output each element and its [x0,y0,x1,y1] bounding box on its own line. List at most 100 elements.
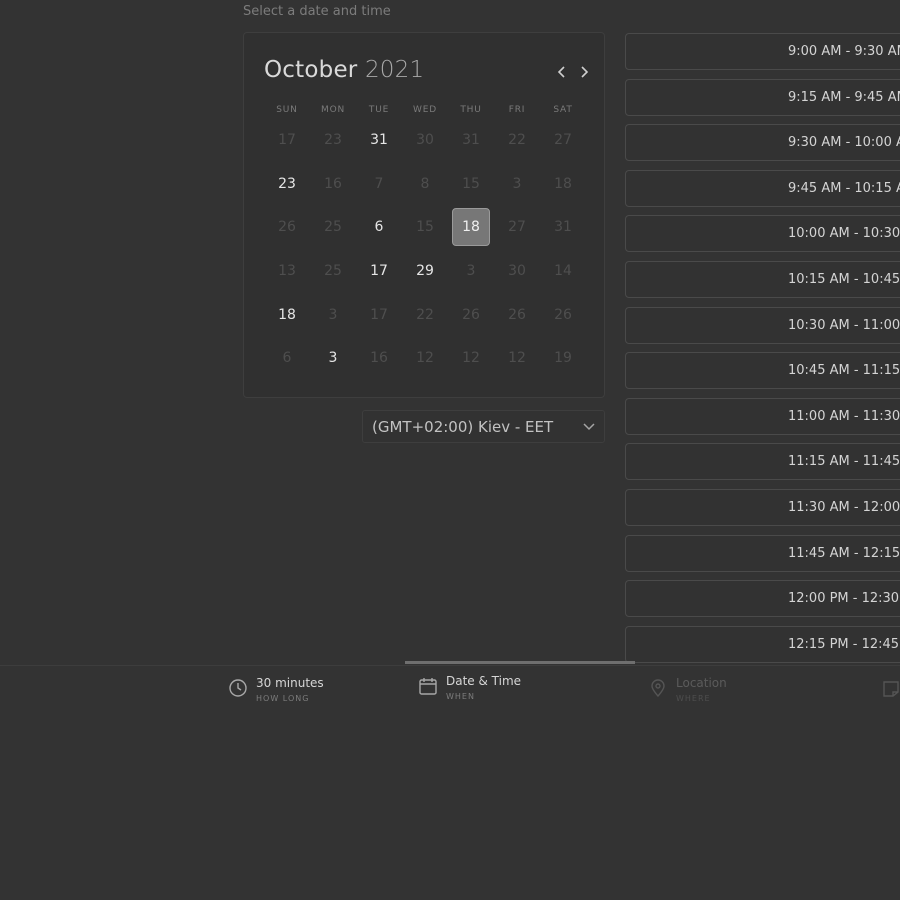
time-slot-label: 11:15 AM - 11:45 AM [788,454,900,470]
day-cell[interactable]: 23 [268,165,306,203]
time-slot-label: 10:30 AM - 11:00 AM [788,317,900,333]
day-cell: 3 [328,307,338,323]
calendar-year: 2021 [364,57,425,83]
time-slot-label: 10:15 AM - 10:45 AM [788,272,900,287]
day-cell: 27 [508,219,526,235]
day-cell[interactable]: 31 [360,121,398,159]
weekday-label: FRI [508,105,526,115]
day-cell: 31 [462,132,480,148]
time-slot-label: 11:45 AM - 12:15 PM [788,545,900,561]
booking-page: Select a date and time October 2021 SUN M… [0,0,900,900]
location-pin-icon [651,679,665,698]
time-slot-button[interactable]: 9:30 AM - 10:00 AM [625,124,900,162]
instruction-text: Select a date and time [243,4,391,19]
day-cell: 16 [324,176,342,192]
step-date-time-subtitle: WHEN [446,692,475,701]
day-cell: 26 [554,307,572,323]
day-cell: 30 [416,132,434,148]
time-slot-button[interactable]: 12:15 PM - 12:45 PM [625,625,900,663]
calendar: October 2021 SUN MON TUE WED THU FRI SAT 17 23 3… [243,32,605,398]
time-slot-button[interactable]: 11:30 AM - 12:00 PM [625,489,900,526]
step-location-title: Location [676,676,727,690]
day-cell: 30 [508,263,526,279]
selected-day-cell[interactable]: 18 [452,208,490,246]
weekday-label: MON [321,105,345,115]
time-slot-label: 10:00 AM - 10:30 AM [788,226,900,242]
time-slot-button[interactable]: 9:15 AM - 9:45 AM [625,78,900,116]
time-slot-button[interactable]: 11:15 AM - 11:45 AM [625,443,900,481]
day-cell[interactable]: 6 [360,208,398,246]
step-duration-title: 30 minutes [256,676,324,690]
calendar-title: October 2021 [264,57,424,83]
day-cell: 26 [278,219,296,235]
day-cell: 12 [416,350,434,366]
time-slot-button[interactable]: 9:45 AM - 10:15 AM [625,169,900,207]
day-cell: 3 [466,263,476,279]
note-icon [883,681,899,697]
day-cell: 22 [416,307,434,323]
weekday-label: THU [460,105,482,115]
time-slot-label: 9:15 AM - 9:45 AM [788,89,900,105]
time-slot-button[interactable]: 10:00 AM - 10:30 AM [625,215,900,253]
time-slot-button[interactable]: 10:45 AM - 11:15 AM [625,352,900,390]
time-slot-button[interactable]: 9:00 AM - 9:30 AM [625,33,900,70]
time-slot-label: 9:30 AM - 10:00 AM [788,135,900,151]
time-slot-label: 11:30 AM - 12:00 PM [788,500,900,515]
time-slot-label: 10:45 AM - 11:15 AM [788,363,900,379]
day-cell: 19 [554,350,572,366]
chevron-left-icon [557,66,565,78]
day-cell: 18 [554,176,572,192]
time-slot-button[interactable]: 11:00 AM - 11:30 AM [625,397,900,435]
chevron-right-icon [581,66,589,78]
day-cell: 3 [512,176,522,192]
timezone-value: (GMT+02:00) Kiev - EET [372,418,554,436]
time-slot-button[interactable]: 12:00 PM - 12:30 PM [625,580,900,618]
weekday-label: TUE [368,105,390,115]
day-cell: 17 [278,132,296,148]
time-slot-label: 9:00 AM - 9:30 AM [788,44,900,59]
day-cell[interactable]: 18 [268,296,306,334]
day-cell: 26 [508,307,526,323]
weekday-label: SUN [276,105,298,115]
day-cell: 25 [324,219,342,235]
day-cell: 12 [508,350,526,366]
time-slot-label: 12:00 PM - 12:30 PM [788,591,900,607]
day-cell: 6 [282,350,292,366]
timezone-select[interactable]: (GMT+02:00) Kiev - EET [362,410,605,443]
day-cell: 16 [370,350,388,366]
clock-icon [229,679,247,697]
day-cell: 22 [508,132,526,148]
day-cell: 17 [370,307,388,323]
day-cell: 23 [324,132,342,148]
day-cell: 31 [554,219,572,235]
day-cell[interactable]: 3 [314,339,352,377]
time-slot-label: 12:15 PM - 12:45 PM [788,636,900,652]
time-slot-label: 11:00 AM - 11:30 AM [788,408,900,424]
weekday-label: SAT [553,105,573,115]
step-location-subtitle: WHERE [676,694,711,703]
day-cell: 14 [554,263,572,279]
day-cell[interactable]: 29 [406,252,444,290]
time-slot-button[interactable]: 10:15 AM - 10:45 AM [625,261,900,298]
day-cell: 15 [416,219,434,235]
day-cell: 12 [462,350,480,366]
calendar-month: October [264,57,358,83]
calendar-icon [419,678,437,695]
day-cell: 8 [420,176,430,192]
day-cell: 7 [374,176,384,192]
previous-month-button[interactable] [553,61,571,83]
time-slot-label: 9:45 AM - 10:15 AM [788,180,900,196]
step-duration-subtitle: HOW LONG [256,694,310,703]
day-cell: 27 [554,132,572,148]
time-slot-button[interactable]: 11:45 AM - 12:15 PM [625,534,900,572]
day-cell: 15 [462,176,480,192]
active-step-indicator [405,661,635,664]
chevron-down-icon [583,423,595,431]
day-cell: 13 [278,263,296,279]
day-cell: 25 [324,263,342,279]
day-cell: 26 [462,307,480,323]
step-date-time-title: Date & Time [446,674,522,688]
next-month-button[interactable] [575,61,593,83]
day-cell[interactable]: 17 [360,252,398,290]
time-slot-button[interactable]: 10:30 AM - 11:00 AM [625,306,900,344]
